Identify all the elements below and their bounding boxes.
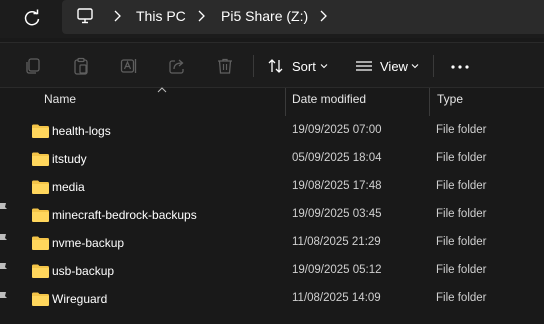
breadcrumb-item-pi5-share[interactable]: Pi5 Share (Z:) <box>221 8 308 24</box>
pin-icon <box>0 203 7 212</box>
delete-icon[interactable] <box>216 57 234 75</box>
file-name: usb-backup <box>52 264 115 278</box>
sort-ascending-icon <box>157 87 167 93</box>
file-type: File folder <box>436 208 487 220</box>
file-row[interactable]: nvme-backup 11/08/2025 21:29 File folder <box>12 229 544 257</box>
folder-icon <box>32 292 49 306</box>
file-name: health-logs <box>52 124 111 138</box>
file-date: 19/09/2025 05:12 <box>292 264 382 276</box>
column-header-name[interactable]: Name <box>44 92 76 106</box>
sort-label: Sort <box>292 59 316 74</box>
folder-icon <box>32 152 49 166</box>
view-label: View <box>380 59 408 74</box>
file-date: 19/08/2025 17:48 <box>292 180 382 192</box>
file-name: Wireguard <box>52 292 108 306</box>
rename-icon[interactable] <box>120 57 138 75</box>
sort-icon <box>268 59 283 73</box>
chevron-right-icon[interactable] <box>196 9 206 23</box>
column-divider[interactable] <box>429 88 430 116</box>
folder-icon <box>32 124 49 138</box>
paste-icon[interactable] <box>72 57 90 75</box>
column-header-type[interactable]: Type <box>437 92 463 106</box>
file-date: 19/09/2025 07:00 <box>292 124 382 136</box>
copy-icon[interactable] <box>24 57 42 75</box>
file-type: File folder <box>436 236 487 248</box>
folder-icon <box>32 208 49 222</box>
view-icon <box>356 61 372 71</box>
chevron-right-icon[interactable] <box>112 9 122 23</box>
pin-icon <box>0 234 7 243</box>
file-date: 05/09/2025 18:04 <box>292 152 382 164</box>
file-row[interactable]: Wireguard 11/08/2025 14:09 File folder <box>12 285 544 313</box>
file-row[interactable]: usb-backup 19/09/2025 05:12 File folder <box>12 257 544 285</box>
refresh-icon[interactable] <box>22 8 42 28</box>
chevron-down-icon <box>320 64 328 69</box>
file-date: 19/09/2025 03:45 <box>292 208 382 220</box>
toolbar-separator <box>253 55 254 77</box>
file-row[interactable]: health-logs 19/09/2025 07:00 File folder <box>12 117 544 145</box>
pin-icon <box>0 263 7 272</box>
file-type: File folder <box>436 292 487 304</box>
file-date: 11/08/2025 21:29 <box>292 236 381 248</box>
share-icon[interactable] <box>168 57 186 75</box>
file-type: File folder <box>436 264 487 276</box>
folder-icon <box>32 180 49 194</box>
this-pc-icon[interactable] <box>76 7 94 25</box>
pin-icon <box>0 292 7 301</box>
chevron-down-icon <box>411 64 419 69</box>
toolbar-separator <box>433 55 434 77</box>
chevron-right-icon[interactable] <box>318 9 328 23</box>
file-date: 11/08/2025 14:09 <box>292 292 381 304</box>
file-row[interactable]: itstudy 05/09/2025 18:04 File folder <box>12 145 544 173</box>
file-name: nvme-backup <box>52 236 125 250</box>
file-row[interactable]: minecraft-bedrock-backups 19/09/2025 03:… <box>12 201 544 229</box>
address-bar-row: This PC Pi5 Share (Z:) <box>0 0 544 38</box>
breadcrumb-item-this-pc[interactable]: This PC <box>136 8 186 24</box>
file-type: File folder <box>436 124 487 136</box>
file-name: minecraft-bedrock-backups <box>52 208 197 222</box>
file-row[interactable]: media 19/08/2025 17:48 File folder <box>12 173 544 201</box>
file-name: itstudy <box>52 152 87 166</box>
folder-icon <box>32 236 49 250</box>
column-header-date-modified[interactable]: Date modified <box>292 92 366 106</box>
command-bar: Sort View <box>0 42 544 88</box>
file-name: media <box>52 180 85 194</box>
file-type: File folder <box>436 180 487 192</box>
more-options-icon[interactable] <box>451 65 469 69</box>
file-type: File folder <box>436 152 487 164</box>
column-divider[interactable] <box>285 88 286 116</box>
folder-icon <box>32 264 49 278</box>
